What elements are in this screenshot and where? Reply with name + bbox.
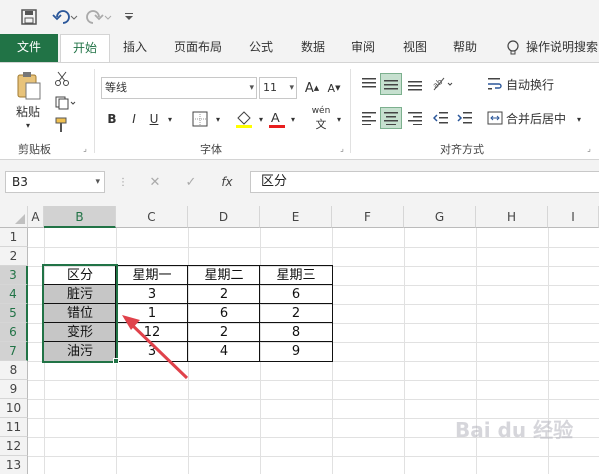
merge-center-button[interactable]: 合并后居中	[506, 107, 572, 129]
italic-button[interactable]: I	[125, 109, 143, 129]
increase-font-icon[interactable]: A ▲	[302, 78, 322, 98]
paste-button-label[interactable]: 粘贴	[8, 103, 48, 119]
lightbulb-icon[interactable]	[502, 34, 524, 62]
separator	[350, 69, 351, 153]
cancel-icon[interactable]: ✕	[144, 172, 166, 192]
undo-icon[interactable]	[50, 6, 80, 28]
tab-help[interactable]: 帮助	[442, 34, 488, 62]
font-size-combo[interactable]: 11 ▾	[259, 77, 297, 99]
tab-page-layout[interactable]: 页面布局	[166, 34, 230, 62]
format-painter-icon[interactable]	[52, 115, 72, 135]
decrease-font-icon[interactable]: A ▼	[324, 78, 344, 98]
svg-text:ab: ab	[432, 77, 444, 90]
paste-icon[interactable]	[14, 71, 44, 101]
borders-dropdown-icon[interactable]: ▾	[212, 111, 224, 127]
ribbon-tabs: 文件 开始 插入 页面布局 公式 数据 审阅 视图 帮助 操作说明搜索	[0, 34, 599, 63]
separator	[94, 69, 95, 153]
borders-icon[interactable]	[188, 109, 212, 129]
formula-bar-grip-icon: ⋮	[118, 176, 128, 188]
font-name-combo[interactable]: 等线 ▾	[101, 77, 257, 99]
phonetic-dropdown-icon[interactable]: ▾	[334, 111, 344, 127]
phonetic-guide-icon[interactable]: wén 文	[308, 106, 334, 131]
alignment-launcher-icon[interactable]: ⌟	[584, 143, 594, 153]
customize-qat-icon[interactable]	[118, 6, 140, 28]
align-middle-icon[interactable]	[380, 73, 402, 95]
svg-text:A: A	[271, 110, 280, 125]
tab-review[interactable]: 审阅	[340, 34, 386, 62]
enter-icon[interactable]: ✓	[180, 172, 202, 192]
cut-icon[interactable]	[52, 69, 72, 89]
tell-me-search[interactable]: 操作说明搜索	[526, 34, 599, 62]
wrap-text-button[interactable]: 自动换行	[506, 73, 562, 95]
watermark: Bai du 经验	[455, 418, 574, 442]
tab-insert[interactable]: 插入	[112, 34, 158, 62]
ribbon-home: 粘贴 ▾ 剪贴板 ⌟ 等线 ▾ 11 ▾ A ▲ A ▼ B I U ▾ ▾ ▾ A…	[0, 62, 599, 160]
worksheet-grid[interactable]: A B C D E F G H I 1 2 3 4 5 6 7 8 9 10 1…	[0, 206, 599, 474]
underline-dropdown-icon[interactable]: ▾	[164, 111, 176, 127]
phonetic-glyph: 文	[315, 118, 327, 131]
font-group-label: 字体	[200, 143, 222, 156]
redo-icon[interactable]	[84, 6, 114, 28]
font-color-dropdown-icon[interactable]: ▾	[288, 111, 298, 127]
merge-center-icon[interactable]	[486, 107, 504, 129]
quick-access-toolbar	[0, 0, 599, 34]
orientation-icon[interactable]: ab	[430, 73, 456, 95]
chevron-down-icon: ▾	[249, 83, 254, 93]
align-right-icon[interactable]	[404, 107, 426, 129]
formula-input[interactable]: 区分	[250, 171, 599, 193]
align-center-icon[interactable]	[380, 107, 402, 129]
chevron-down-icon: ▾	[95, 177, 100, 187]
increase-indent-icon[interactable]	[454, 107, 476, 129]
save-icon[interactable]	[18, 6, 40, 28]
chevron-down-icon: ▾	[289, 83, 294, 93]
merge-dropdown-icon[interactable]: ▾	[574, 111, 584, 127]
bold-button[interactable]: B	[103, 109, 121, 129]
phonetic-label: wén	[311, 106, 331, 116]
copy-icon[interactable]	[52, 93, 80, 113]
name-box-value: B3	[12, 175, 28, 189]
align-top-icon[interactable]	[358, 73, 380, 95]
tab-file[interactable]: 文件	[0, 34, 58, 62]
wrap-text-icon[interactable]	[486, 73, 504, 95]
tab-data[interactable]: 数据	[290, 34, 336, 62]
tab-view[interactable]: 视图	[392, 34, 438, 62]
align-left-icon[interactable]	[358, 107, 380, 129]
formula-bar: B3 ▾ ⋮ ✕ ✓ fx 区分	[0, 160, 599, 206]
tab-home[interactable]: 开始	[60, 34, 110, 63]
font-name-value: 等线	[105, 81, 127, 94]
name-box[interactable]: B3 ▾	[5, 171, 105, 193]
paste-dropdown-icon[interactable]: ▾	[20, 119, 36, 131]
tab-formulas[interactable]: 公式	[238, 34, 284, 62]
clipboard-launcher-icon[interactable]: ⌟	[80, 143, 90, 153]
font-color-icon[interactable]: A	[266, 107, 288, 131]
alignment-group-label: 对齐方式	[440, 143, 484, 156]
align-bottom-icon[interactable]	[404, 73, 426, 95]
underline-button[interactable]: U	[145, 109, 163, 129]
fill-dropdown-icon[interactable]: ▾	[256, 111, 266, 127]
font-launcher-icon[interactable]: ⌟	[337, 143, 347, 153]
decrease-indent-icon[interactable]	[430, 107, 452, 129]
fill-color-icon[interactable]	[232, 107, 256, 131]
clipboard-group-label: 剪贴板	[18, 143, 51, 156]
insert-function-icon[interactable]: fx	[216, 172, 238, 192]
font-size-value: 11	[263, 81, 277, 94]
